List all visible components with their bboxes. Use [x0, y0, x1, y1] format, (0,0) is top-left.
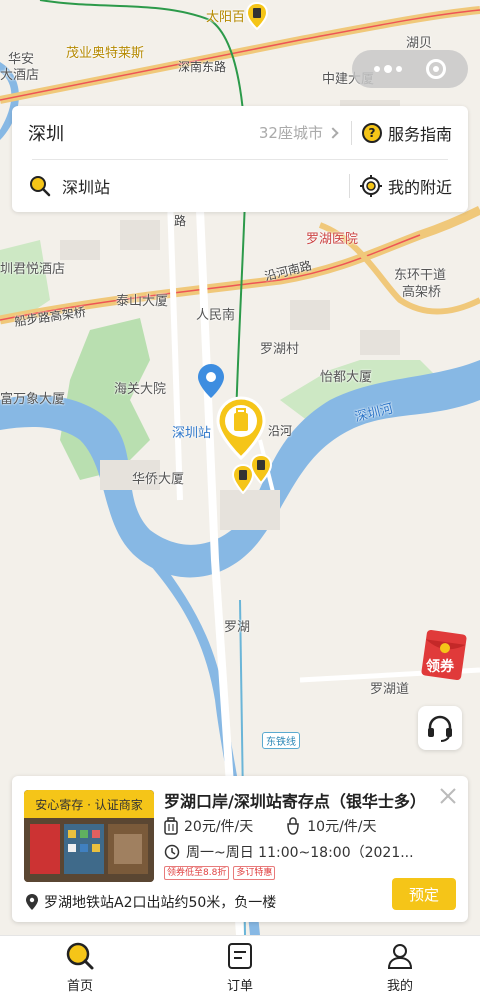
nearby-button[interactable]: 我的附近 — [359, 174, 452, 198]
headset-icon — [428, 715, 452, 742]
book-button[interactable]: 预定 — [392, 878, 456, 910]
map-label: 湖贝 — [406, 36, 433, 51]
map-view[interactable]: 太阳百 华安 大酒店 茂业奥特莱斯 深南东路 湖贝 中建大厦 罗湖医院 圳君悦酒… — [0, 0, 480, 935]
city-count-label: 32座城市 — [258, 124, 323, 142]
search-row[interactable]: 深圳站 我的附近 — [12, 159, 468, 212]
certified-badge: 安心寄存 · 认证商家 — [24, 790, 154, 818]
nearby-label: 我的附近 — [387, 177, 452, 197]
store-thumbnail: 安心寄存 · 认证商家 — [24, 790, 154, 882]
coupon-button[interactable]: 领券 — [420, 628, 468, 682]
location-icon — [26, 894, 38, 910]
map-label: 人民南 — [196, 308, 236, 323]
hours-row: 周一~周日 11:00~18:00（2021... — [164, 842, 414, 862]
search-icon — [30, 175, 51, 196]
store-title[interactable]: 罗湖口岸/深圳站寄存点（银华士多） — [164, 788, 426, 812]
clock-icon — [164, 844, 180, 860]
coupon-label: 领券 — [426, 659, 454, 675]
close-icon[interactable] — [438, 786, 458, 806]
map-label: 富万象大厦 — [0, 392, 66, 407]
search-icon — [66, 942, 94, 970]
suitcase-icon — [164, 817, 178, 835]
divider — [348, 173, 350, 198]
search-input[interactable]: 深圳站 — [62, 174, 335, 198]
map-label: 深圳站 — [172, 426, 212, 441]
search-card: 深圳 32座城市 ? 服务指南 深圳站 我的附近 — [12, 106, 468, 212]
map-label: 圳君悦酒店 — [0, 262, 66, 277]
tab-label: 首页 — [66, 979, 93, 994]
tab-home[interactable]: 首页 — [0, 936, 160, 999]
address-row: 罗湖地铁站A2口出站约50米，负一楼 — [26, 892, 276, 912]
price-large: 20元/件/天 — [184, 819, 254, 835]
close-miniprogram-icon[interactable] — [426, 59, 446, 79]
price-row: 20元/件/天 10元/件/天 — [164, 816, 377, 836]
miniprogram-capsule[interactable] — [352, 50, 468, 88]
tab-label: 我的 — [386, 979, 413, 994]
map-label: 高架桥 — [402, 285, 442, 300]
luggage-marker-icon[interactable] — [216, 396, 266, 460]
map-label: 华侨大厦 — [132, 472, 185, 487]
map-label: 深南东路 — [178, 60, 227, 74]
map-label: 罗湖道 — [370, 682, 410, 697]
map-label: 茂业奥特莱斯 — [66, 46, 145, 61]
map-label: 泰山大厦 — [116, 294, 169, 309]
map-label: 东铁线 — [262, 732, 300, 749]
promo-tag: 领券低至8.8折 — [164, 866, 230, 880]
city-row: 深圳 32座城市 ? 服务指南 — [12, 106, 468, 159]
bag-icon — [287, 817, 300, 835]
map-label: 罗湖村 — [260, 342, 300, 357]
city-name[interactable]: 深圳 — [28, 120, 259, 146]
price-small: 10元/件/天 — [307, 819, 377, 835]
locate-icon — [359, 174, 382, 197]
luggage-marker-icon[interactable] — [246, 2, 268, 30]
service-guide-button[interactable]: ? 服务指南 — [361, 121, 452, 145]
opening-hours: 周一~周日 11:00~18:00（2021... — [186, 845, 414, 861]
map-label: 大酒店 — [0, 68, 40, 83]
store-card[interactable]: 安心寄存 · 认证商家 罗湖口岸/深圳站寄存点（银华士多） 20元/件/天 10… — [12, 776, 468, 922]
price-large-item: 20元/件/天 — [164, 816, 253, 836]
more-icon[interactable] — [374, 65, 402, 73]
tab-orders[interactable]: 订单 — [160, 936, 320, 999]
luggage-marker-icon[interactable] — [250, 454, 272, 484]
store-address: 罗湖地铁站A2口出站约50米，负一楼 — [44, 895, 277, 911]
tab-label: 订单 — [226, 979, 253, 994]
promo-tags: 领券低至8.8折 多订特惠 — [164, 866, 276, 880]
order-icon — [228, 943, 252, 969]
customer-service-button[interactable] — [418, 706, 462, 750]
map-label: 罗湖 — [224, 620, 251, 635]
map-label: 路 — [174, 214, 187, 228]
service-guide-label: 服务指南 — [387, 124, 452, 144]
map-label: 太阳百 — [206, 10, 246, 25]
chevron-right-icon — [327, 126, 339, 139]
user-icon — [387, 944, 413, 969]
location-pin-icon[interactable] — [198, 364, 224, 398]
map-label: 罗湖医院 — [306, 232, 359, 247]
promo-tag: 多订特惠 — [233, 866, 276, 880]
question-icon: ? — [361, 122, 382, 143]
city-count-link[interactable]: 32座城市 — [258, 122, 339, 143]
tab-bar: 首页 订单 我的 — [0, 935, 480, 999]
map-label: 怡都大厦 — [320, 370, 373, 385]
map-label: 海关大院 — [114, 382, 167, 397]
divider — [350, 120, 352, 145]
tab-profile[interactable]: 我的 — [320, 936, 480, 999]
price-small-item: 10元/件/天 — [285, 816, 377, 836]
map-label: 沿河 — [268, 424, 293, 438]
